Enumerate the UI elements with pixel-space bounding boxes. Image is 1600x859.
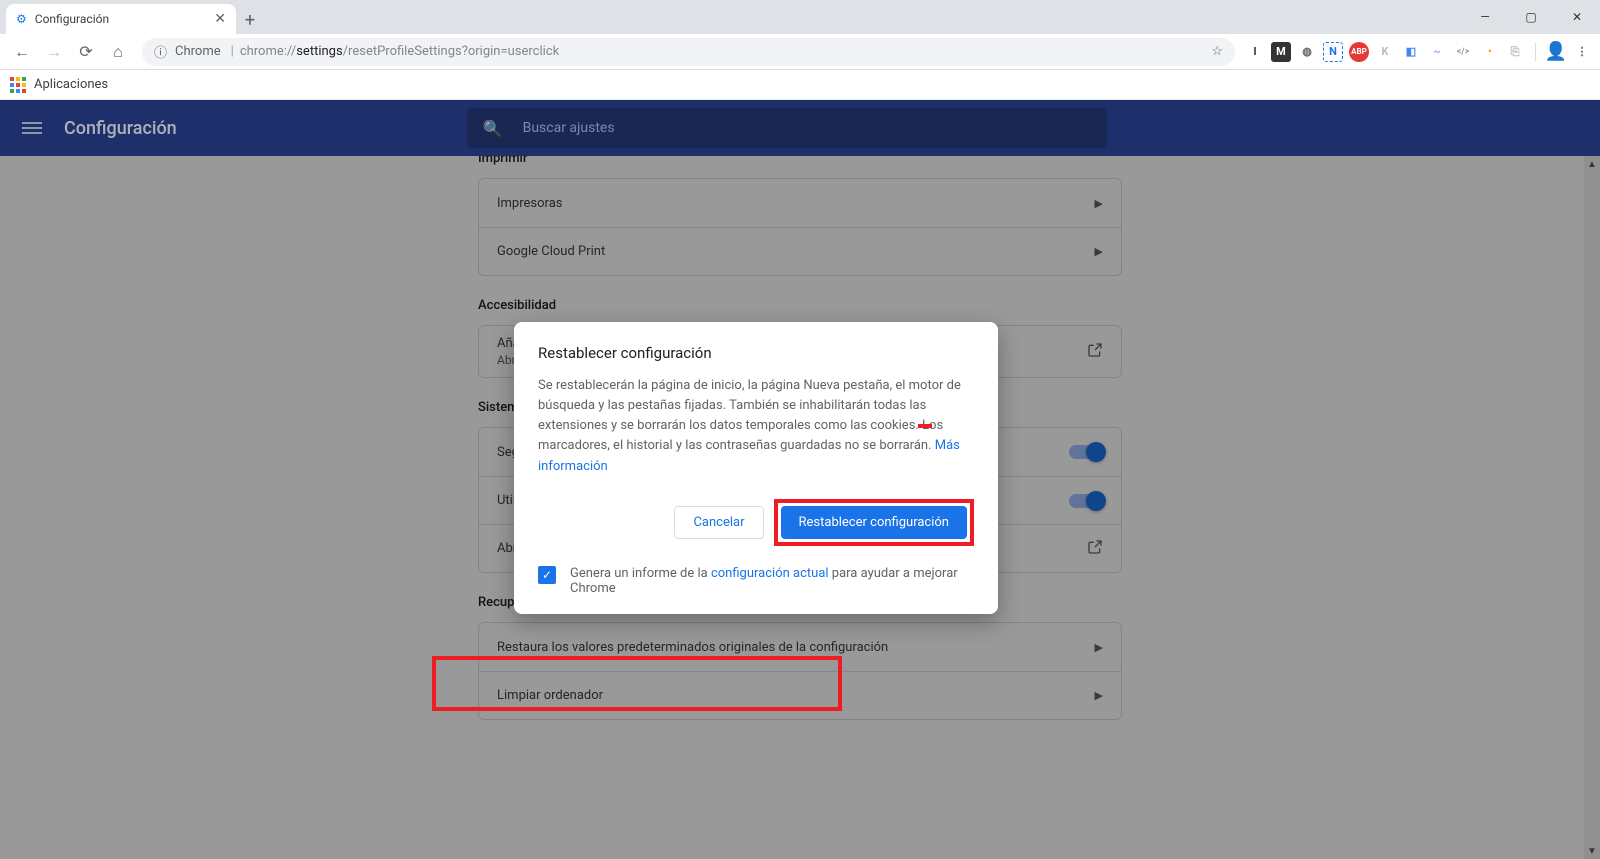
forward-button[interactable]: → [40, 38, 68, 66]
browser-tab[interactable]: ⚙ Configuración ✕ [6, 4, 236, 34]
omnibox-origin-label: Chrome [175, 44, 221, 59]
window-controls: — ▢ ✕ [1462, 0, 1600, 34]
dialog-body: Se restablecerán la página de inicio, la… [538, 376, 974, 477]
ext-icon[interactable]: ◧ [1401, 42, 1421, 62]
ext-icon-abp[interactable]: ABP [1349, 42, 1369, 62]
browser-menu-icon[interactable]: ⋮ [1572, 42, 1592, 62]
annotation-highlight-button: Restablecer configuración [774, 499, 974, 546]
cancel-button[interactable]: Cancelar [674, 506, 763, 539]
annotation-mark [918, 424, 932, 428]
confirm-reset-button[interactable]: Restablecer configuración [781, 506, 967, 539]
maximize-button[interactable]: ▢ [1508, 0, 1554, 34]
ext-icon[interactable]: ~ [1427, 42, 1447, 62]
reload-button[interactable]: ⟳ [72, 38, 100, 66]
browser-toolbar: ← → ⟳ ⌂ ⓘ Chrome | chrome://settings/res… [0, 34, 1600, 70]
ext-icon[interactable]: </> [1453, 42, 1473, 62]
tab-strip: ⚙ Configuración ✕ + — ▢ ✕ [0, 0, 1600, 34]
ext-icon[interactable]: M [1271, 42, 1291, 62]
settings-page: Configuración 🔍 Imprimir Impresoras ▶ Go… [0, 100, 1600, 859]
new-tab-button[interactable]: + [236, 6, 264, 34]
profile-avatar-icon[interactable]: 👤 [1546, 42, 1566, 62]
tab-close-icon[interactable]: ✕ [214, 11, 226, 27]
ext-icon[interactable]: ◍ [1297, 42, 1317, 62]
ext-icon[interactable]: K [1375, 42, 1395, 62]
back-button[interactable]: ← [8, 38, 36, 66]
reset-dialog: Restablecer configuración Se restablecer… [514, 322, 998, 614]
current-config-link[interactable]: configuración actual [711, 566, 829, 581]
apps-label[interactable]: Aplicaciones [34, 77, 108, 92]
ext-icon[interactable]: ◔ [1479, 42, 1499, 62]
omnibox-url: chrome://settings/resetProfileSettings?o… [240, 44, 559, 59]
extension-icons: I M ◍ N ABP K ◧ ~ </> ◔ ⎘ 👤 ⋮ [1245, 42, 1592, 62]
minimize-button[interactable]: — [1462, 0, 1508, 34]
ext-icon[interactable]: I [1245, 42, 1265, 62]
report-checkbox[interactable]: ✓ [538, 566, 556, 584]
dialog-title: Restablecer configuración [538, 344, 974, 362]
tab-title: Configuración [35, 12, 109, 26]
gear-icon: ⚙ [16, 12, 27, 26]
bookmark-star-icon[interactable]: ☆ [1211, 44, 1223, 59]
home-button[interactable]: ⌂ [104, 38, 132, 66]
apps-grid-icon[interactable] [10, 77, 26, 93]
window-close-button[interactable]: ✕ [1554, 0, 1600, 34]
report-label: Genera un informe de la configuración ac… [570, 566, 974, 596]
site-info-icon[interactable]: ⓘ [154, 42, 167, 61]
bookmarks-bar: Aplicaciones [0, 70, 1600, 100]
omnibox[interactable]: ⓘ Chrome | chrome://settings/resetProfil… [142, 38, 1235, 66]
ext-icon[interactable]: ⎘ [1505, 42, 1525, 62]
modal-backdrop-header [0, 100, 1600, 156]
ext-icon[interactable]: N [1323, 42, 1343, 62]
